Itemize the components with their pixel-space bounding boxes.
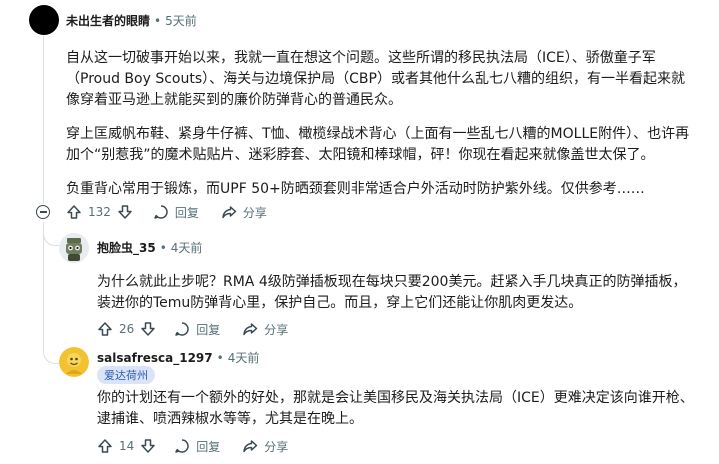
share-button[interactable]: 分享 xyxy=(221,204,267,221)
comment-paragraph: 穿上匡威帆布鞋、紧身牛仔裤、T恤、橄榄绿战术背心（上面有一些乱七八糟的MOLLE… xyxy=(66,126,690,163)
arrow-up-icon xyxy=(98,322,112,336)
speech-bubble-icon xyxy=(154,205,168,219)
share-label: 分享 xyxy=(264,439,289,454)
upvote-button[interactable] xyxy=(97,438,113,454)
comment-body: 你的计划还有一个额外的好处，那就是会让美国移民及海关执法局（ICE）更难决定该向… xyxy=(97,388,697,430)
meta-separator: • xyxy=(154,13,162,28)
timestamp[interactable]: 5天前 xyxy=(165,12,197,29)
timestamp[interactable]: 4天前 xyxy=(171,239,203,256)
comment-body: 自从这一切破事开始以来，我就一直在想这个问题。这些所谓的移民执法局（ICE）、骄… xyxy=(66,48,694,200)
speech-bubble-icon xyxy=(175,439,189,453)
avatar[interactable] xyxy=(59,233,89,263)
flair-badge: 爱达荷州 xyxy=(97,366,155,384)
arrow-up-icon xyxy=(67,205,81,219)
avatar[interactable] xyxy=(59,347,89,377)
minus-circle-icon xyxy=(39,211,47,213)
upvote-button[interactable] xyxy=(66,204,82,220)
share-arrow-icon xyxy=(243,323,258,336)
username[interactable]: 抱脸虫_35 xyxy=(97,239,156,256)
arrow-down-icon xyxy=(141,439,156,453)
comment-paragraph: 你的计划还有一个额外的好处，那就是会让美国移民及海关执法局（ICE）更难决定该向… xyxy=(97,390,694,427)
downvote-button[interactable] xyxy=(117,204,133,220)
reply-button[interactable]: 回复 xyxy=(153,204,199,221)
reply-button[interactable]: 回复 xyxy=(174,321,220,338)
avatar-face-icon xyxy=(59,347,89,377)
reply-label: 回复 xyxy=(174,205,199,220)
username[interactable]: 未出生者的眼睛 xyxy=(66,12,150,29)
comment-meta: 未出生者的眼睛 • 5天前 xyxy=(66,12,197,29)
user-flair: 爱达荷州 xyxy=(97,364,155,384)
thread-line-main xyxy=(43,36,44,203)
downvote-button[interactable] xyxy=(140,321,156,337)
username[interactable]: salsafresca_1297 xyxy=(97,351,213,365)
downvote-button[interactable] xyxy=(140,438,156,454)
avatar[interactable] xyxy=(29,5,59,35)
reply-label: 回复 xyxy=(196,439,221,454)
share-label: 分享 xyxy=(264,322,289,337)
thread-branch-reply-1 xyxy=(43,222,59,246)
comment-meta: 抱脸虫_35 • 4天前 xyxy=(97,239,202,256)
comment-paragraph: 为什么就此止步呢？RMA 4级防弹插板现在每块只要200美元。赶紧入手几块真正的… xyxy=(97,274,687,311)
collapse-button[interactable] xyxy=(36,205,50,219)
comment-body: 为什么就此止步呢？RMA 4级防弹插板现在每块只要200美元。赶紧入手几块真正的… xyxy=(97,272,697,314)
comment-paragraph: 自从这一切破事开始以来，我就一直在想这个问题。这些所谓的移民执法局（ICE）、骄… xyxy=(66,50,685,108)
vote-count: 14 xyxy=(119,439,135,453)
arrow-down-icon xyxy=(141,322,156,336)
upvote-button[interactable] xyxy=(97,321,113,337)
share-arrow-icon xyxy=(222,206,237,219)
share-button[interactable]: 分享 xyxy=(242,321,288,338)
share-label: 分享 xyxy=(242,205,267,220)
thread-branch-reply-2 xyxy=(43,330,59,364)
reply-label: 回复 xyxy=(196,322,221,337)
meta-separator: • xyxy=(216,350,224,365)
vote-count: 132 xyxy=(88,205,111,219)
comment-paragraph: 负重背心常用于锻炼，而UPF 50+防晒颈套则非常适合户外活动时防护紫外线。仅供… xyxy=(66,181,645,197)
share-button[interactable]: 分享 xyxy=(242,438,288,455)
timestamp[interactable]: 4天前 xyxy=(228,349,260,366)
meta-separator: • xyxy=(159,240,167,255)
avatar-robot-icon xyxy=(59,233,89,263)
arrow-down-icon xyxy=(118,205,132,219)
share-arrow-icon xyxy=(243,440,258,453)
speech-bubble-icon xyxy=(175,322,189,336)
reply-button[interactable]: 回复 xyxy=(174,438,220,455)
comment-actions: 132 回复 分享 xyxy=(66,200,267,224)
arrow-up-icon xyxy=(98,439,112,453)
comment-actions: 14 回复 分享 xyxy=(97,434,288,458)
comment-actions: 26 回复 分享 xyxy=(97,317,288,341)
vote-count: 26 xyxy=(119,322,135,336)
